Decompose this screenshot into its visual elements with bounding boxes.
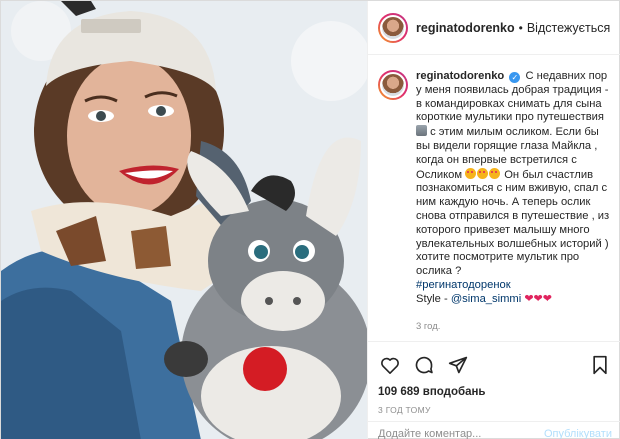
author-avatar[interactable] [378, 12, 408, 43]
author-username[interactable]: reginatodorenko [416, 21, 515, 35]
heart-eyes-emoji-icon [465, 167, 501, 181]
post-date: 3 ГОД ТОМУ [378, 405, 431, 415]
caption-timestamp: 3 год. [416, 320, 441, 332]
following-button[interactable]: Відстежується [527, 21, 610, 35]
comment-input[interactable] [378, 423, 544, 439]
caption-text: reginatodorenko ✓ С недавних пор у меня … [416, 70, 612, 333]
donkey-emoji-icon [416, 125, 427, 137]
mention-link[interactable]: @sima_simmi [451, 293, 521, 305]
comment-form: Опублікувати [368, 421, 620, 439]
caption-text-part-3: Он был счастлив познакомиться с ним вжив… [416, 168, 610, 278]
bookmark-icon[interactable] [588, 353, 612, 377]
post-side-panel: reginatodorenko • Відстежується reginato… [367, 1, 620, 439]
heart-icon[interactable] [378, 353, 402, 377]
post-actions: 109 689 вподобань 3 ГОД ТОМУ [368, 341, 620, 415]
caption-username[interactable]: reginatodorenko [416, 70, 504, 82]
verified-badge-icon: ✓ [509, 72, 521, 83]
likes-count[interactable]: 109 689 вподобань [378, 386, 612, 398]
red-hearts-emoji-icon: ❤❤❤ [524, 292, 552, 305]
caption-author-avatar[interactable] [378, 70, 408, 100]
post-photo[interactable] [1, 1, 367, 439]
selfie-with-donkey-image [1, 1, 367, 439]
instagram-post: reginatodorenko • Відстежується reginato… [0, 0, 620, 439]
separator-dot: • [518, 20, 523, 35]
post-header: reginatodorenko • Відстежується [368, 1, 620, 55]
publish-button[interactable]: Опублікувати [544, 423, 612, 439]
action-icons [378, 352, 612, 378]
caption-row: reginatodorenko ✓ С недавних пор у меня … [378, 70, 612, 333]
caption-section: reginatodorenko ✓ С недавних пор у меня … [368, 56, 620, 341]
share-icon[interactable] [446, 353, 470, 377]
style-label: Style - [416, 292, 448, 305]
hashtag-link[interactable]: #регинатодоренок [416, 279, 511, 291]
comment-icon[interactable] [412, 353, 436, 377]
